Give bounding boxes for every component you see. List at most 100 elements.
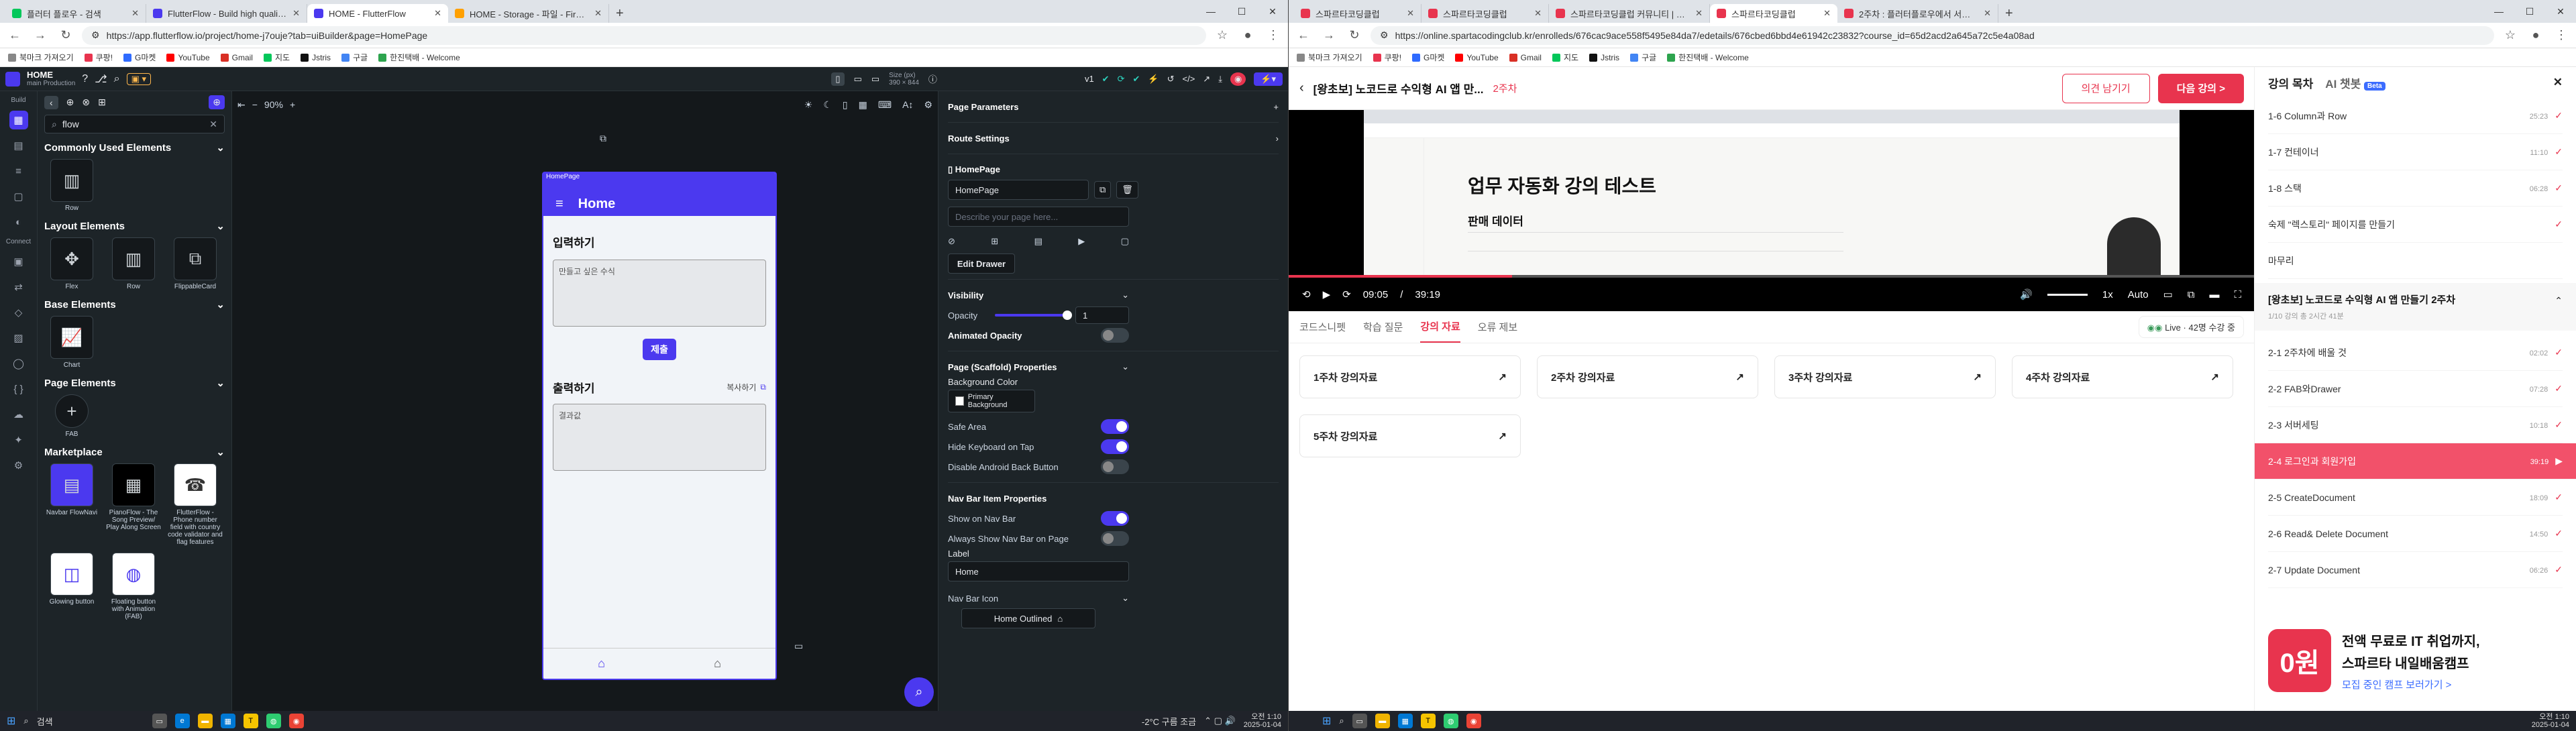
project-branch[interactable]: main Production (27, 80, 75, 87)
new-tab-button[interactable]: + (1998, 4, 2020, 23)
bookmark-item[interactable]: YouTube (166, 53, 210, 62)
bookmark-item[interactable]: 쿠팡! (84, 52, 113, 63)
help-icon[interactable]: ? (82, 73, 88, 85)
quality-button[interactable]: Auto (2128, 289, 2149, 300)
chevron-down-icon[interactable]: ⌄ (1122, 593, 1129, 604)
bookmark-item[interactable]: 지도 (1552, 52, 1578, 63)
new-tab-button[interactable]: + (609, 4, 631, 23)
edit-drawer-button[interactable]: Edit Drawer (948, 254, 1015, 274)
storyboard-icon[interactable]: ▢ (9, 187, 28, 206)
desktop-device-icon[interactable]: ▭ (871, 74, 879, 85)
code-files-icon[interactable]: { } (9, 380, 28, 398)
material-card[interactable]: 3주차 강의자료 ↗ (1774, 355, 1996, 398)
weather[interactable]: -2°C 구름 조금 (1142, 715, 1196, 728)
ff-canvas[interactable]: ⇤ − 90% + ⧉ ☀ ☾ ▯ ▦ ⌨ A↕ ⚙ HomePage ≡ Ho… (232, 91, 938, 711)
lecture-item[interactable]: 숙제 "렉스토리" 페이지를 만들기 ✓ (2268, 207, 2563, 243)
close-icon[interactable]: ✕ (594, 8, 602, 19)
search-icon[interactable]: ⌕ (114, 73, 120, 85)
close-icon[interactable]: ✕ (1984, 8, 1991, 19)
tab-ai-chatbot[interactable]: AI 챗봇 Beta (2325, 74, 2385, 91)
edge-icon[interactable]: e (174, 714, 190, 728)
version-select[interactable]: v1 (1085, 74, 1094, 84)
material-card[interactable]: 5주차 강의자료 ↗ (1299, 414, 1521, 457)
bookmark-item[interactable]: Jstris (1589, 53, 1619, 62)
video-player[interactable]: 업무 자동화 강의 테스트 판매 데이터 ⟲ ▶ ⟳ 09:05 / 39:19… (1289, 110, 2255, 311)
app-icon[interactable]: ◍ (1443, 714, 1458, 728)
browser-tab[interactable]: 플러터 플로우 - 검색 ✕ (5, 4, 146, 23)
show-nav-toggle[interactable] (1101, 511, 1129, 526)
add-widget-icon[interactable]: ⊕ (209, 95, 225, 109)
volume-slider[interactable] (2047, 293, 2088, 296)
back-arrow-icon[interactable]: ‹ (44, 95, 58, 109)
reload-icon[interactable]: ↻ (56, 26, 75, 45)
info-icon[interactable]: ⓘ (928, 72, 937, 85)
clock-time[interactable]: 오전 1:10 (2539, 713, 2569, 721)
section-base[interactable]: Base Elements ⌄ (44, 298, 225, 311)
bookmark-item[interactable]: Jstris (301, 53, 331, 62)
next-lecture-button[interactable]: 다음 강의 > (2157, 73, 2244, 103)
no-style-icon[interactable]: ⊘ (948, 236, 955, 247)
mobile-device-icon[interactable]: ▯ (831, 72, 845, 86)
bolt-icon[interactable]: ⚡ (1148, 74, 1159, 85)
layers-icon[interactable]: ≡ (9, 162, 28, 180)
dark-mode-icon[interactable]: ☾ (823, 99, 832, 111)
history-icon[interactable]: ↺ (1167, 74, 1175, 85)
browser-tab[interactable]: HOME - Storage - 파일 - Firebas... ✕ (448, 4, 609, 23)
clock-date[interactable]: 2025-01-04 (1244, 721, 1281, 729)
bg-color-picker[interactable]: Primary Background (948, 390, 1035, 412)
url-field[interactable]: ⚙ https://app.flutterflow.io/project/home… (82, 25, 1206, 45)
lecture-item[interactable]: 1-7 컨테이너 11:10 ✓ (2268, 134, 2563, 170)
tab-question[interactable]: 학습 질문 (1363, 320, 1403, 334)
section-layout[interactable]: Layout Elements ⌄ (44, 220, 225, 233)
bookmark-item[interactable]: 한진택배 - Welcome (1667, 52, 1749, 63)
bookmark-item[interactable]: G마켓 (123, 52, 156, 63)
url-field[interactable]: ⚙ https://online.spartacodingclub.kr/enro… (1371, 25, 2494, 45)
page-parameters-row[interactable]: Page Parameters + (948, 97, 1279, 117)
section-commonly-used[interactable]: Commonly Used Elements ⌄ (44, 142, 225, 154)
widget-row[interactable]: ▥ Row (106, 237, 161, 290)
material-card[interactable]: 2주차 강의자료 ↗ (1537, 355, 1758, 398)
marketplace-navbar[interactable]: ▤ Navbar FlowNavi (44, 463, 99, 546)
theme-icon[interactable]: ◐ (9, 213, 28, 231)
chrome-icon[interactable]: ◉ (1466, 714, 1481, 728)
submit-button[interactable]: 제출 (643, 339, 676, 360)
reload-icon[interactable]: ↻ (1345, 26, 1364, 45)
close-icon[interactable]: ✕ (2553, 76, 2563, 89)
settings-icon[interactable]: ⚙ (9, 456, 28, 475)
widget-tree-icon[interactable]: ▦ (9, 111, 28, 129)
browser-tab-active[interactable]: 스파르타코딩클럽 ✕ (1710, 4, 1837, 23)
close-icon[interactable]: ✕ (1823, 8, 1831, 19)
frame-icon[interactable]: ▢ (1121, 236, 1129, 247)
share-icon[interactable]: ↗ (1203, 74, 1210, 85)
zoom-in-icon[interactable]: + (290, 99, 295, 110)
project-name[interactable]: HOME (27, 70, 75, 80)
delete-icon[interactable]: 🗑 (1116, 181, 1138, 199)
preview-eye-icon[interactable]: ◉ (1230, 72, 1246, 86)
home-outlined-nav-icon[interactable]: ⌂ (714, 657, 721, 671)
lecture-item[interactable]: 1-8 스택 06:28 ✓ (2268, 170, 2563, 207)
clock-date[interactable]: 2025-01-04 (2532, 721, 2569, 729)
bookmark-item[interactable]: Gmail (220, 53, 253, 62)
windows-start-icon[interactable]: ⊞ (7, 714, 15, 728)
maximize-icon[interactable]: ☐ (1226, 0, 1257, 23)
back-icon[interactable]: ← (1294, 26, 1313, 45)
profile-icon[interactable]: ● (2526, 26, 2545, 45)
bookmark-item[interactable]: 구글 (341, 52, 368, 63)
bookmark-item[interactable]: Gmail (1509, 53, 1542, 62)
widget-fab[interactable]: + FAB (44, 394, 99, 438)
device-size-readout[interactable]: Size (px) 390 × 844 (889, 72, 919, 87)
phone-frame-icon[interactable]: ⧉ (600, 133, 606, 144)
taskbar-search-icon[interactable]: ⌕ (1339, 716, 1344, 726)
store-icon[interactable]: ▦ (220, 714, 235, 728)
lecture-item[interactable]: 2-3 서버세팅 10:18 ✓ (2268, 407, 2563, 443)
lecture-item[interactable]: 마무리 (2268, 243, 2563, 279)
lecture-item-active[interactable]: 2-4 로그인과 회원가입 39:19 ▶ (2255, 443, 2576, 480)
back-icon[interactable]: ← (5, 26, 24, 45)
git-icon[interactable]: ⎇ (95, 72, 107, 86)
copy-icon[interactable]: ⧉ (1094, 181, 1112, 199)
list-icon[interactable]: ▤ (1034, 236, 1042, 247)
minimize-icon[interactable]: — (1195, 0, 1226, 23)
close-window-icon[interactable]: ✕ (2545, 0, 2576, 23)
cloud-icon[interactable]: ☁ (9, 405, 28, 424)
tab-materials[interactable]: 강의 자료 (1420, 311, 1460, 343)
